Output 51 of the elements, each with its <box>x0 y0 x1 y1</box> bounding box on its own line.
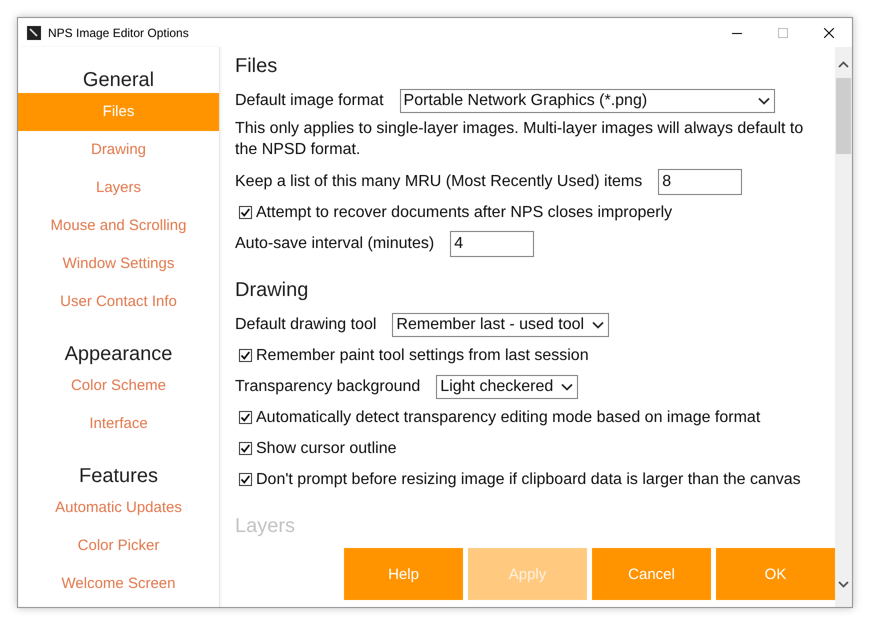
checkbox-label: Remember paint tool settings from last session <box>256 346 589 364</box>
checkbox[interactable] <box>239 206 252 219</box>
chevron-down-icon <box>561 382 574 390</box>
checkbox[interactable] <box>239 411 252 424</box>
dialog-button[interactable]: Help <box>344 548 463 600</box>
sidebar-item[interactable]: Interface <box>18 405 219 443</box>
sidebar-item[interactable]: Color Scheme <box>18 367 219 405</box>
group-heading: Appearance <box>64 342 172 367</box>
close-icon[interactable] <box>824 28 834 38</box>
dropdown[interactable]: Portable Network Graphics (*.png) <box>400 88 775 112</box>
note-text: This only applies to single-layer images. Multi-layer images will always default to the NPSD format. <box>235 119 804 160</box>
sidebar-item[interactable]: Files <box>18 93 219 131</box>
field-label: Keep a list of this many MRU (Most Recently Used) items <box>235 172 642 190</box>
chevron-down-icon <box>592 320 604 328</box>
sidebar-item[interactable]: Drawing <box>18 131 219 169</box>
dropdown[interactable]: Remember last - used tool <box>392 312 610 336</box>
sidebar-item[interactable]: Layers <box>18 169 219 207</box>
dialog-button[interactable]: Cancel <box>592 548 711 600</box>
checkbox-label: Show cursor outline <box>256 440 397 458</box>
app-icon <box>27 26 41 40</box>
field-label: Default image format <box>235 92 384 110</box>
window-title: NPS Image Editor Options <box>48 26 190 40</box>
group-heading: General <box>82 68 154 93</box>
sidebar-item[interactable]: Window Settings <box>18 245 219 283</box>
input-field[interactable]: 8 <box>658 168 742 194</box>
dropdown[interactable]: Light checkered <box>436 374 578 398</box>
field-label: Auto-save interval (minutes) <box>235 234 434 252</box>
checkbox[interactable] <box>239 473 252 486</box>
field-label: Default drawing tool <box>235 316 376 334</box>
sidebar-item[interactable]: Mouse and Scrolling <box>18 207 219 245</box>
section-heading: Files <box>235 54 278 79</box>
scroll-down-icon[interactable] <box>838 581 849 588</box>
group-heading: Features <box>79 464 158 489</box>
checkbox[interactable] <box>239 349 252 362</box>
checkbox-label: Attempt to recover documents after NPS closes improperly <box>256 204 672 222</box>
sidebar-item[interactable]: Welcome Screen <box>18 565 219 603</box>
scroll-thumb[interactable] <box>836 78 851 154</box>
sidebar-item[interactable]: Automatic Updates <box>18 489 219 527</box>
scroll-up-icon[interactable] <box>838 61 849 68</box>
dialog-button[interactable]: OK <box>716 548 835 600</box>
section-heading: Layers <box>235 514 296 539</box>
section-heading: Drawing <box>235 278 308 303</box>
input-field[interactable]: 4 <box>450 230 534 256</box>
sidebar-item[interactable]: User Contact Info <box>18 283 219 321</box>
checkbox[interactable] <box>239 442 252 455</box>
field-label: Transparency background <box>235 378 420 396</box>
chevron-down-icon <box>758 96 770 104</box>
checkbox-label: Automatically detect transparency editing mode based on image format <box>256 408 760 426</box>
checkbox-label: Don't prompt before resizing image if clipboard data is larger than the canvas <box>256 470 801 488</box>
sidebar-item[interactable]: Color Picker <box>18 527 219 565</box>
scrollbar[interactable] <box>835 47 852 607</box>
